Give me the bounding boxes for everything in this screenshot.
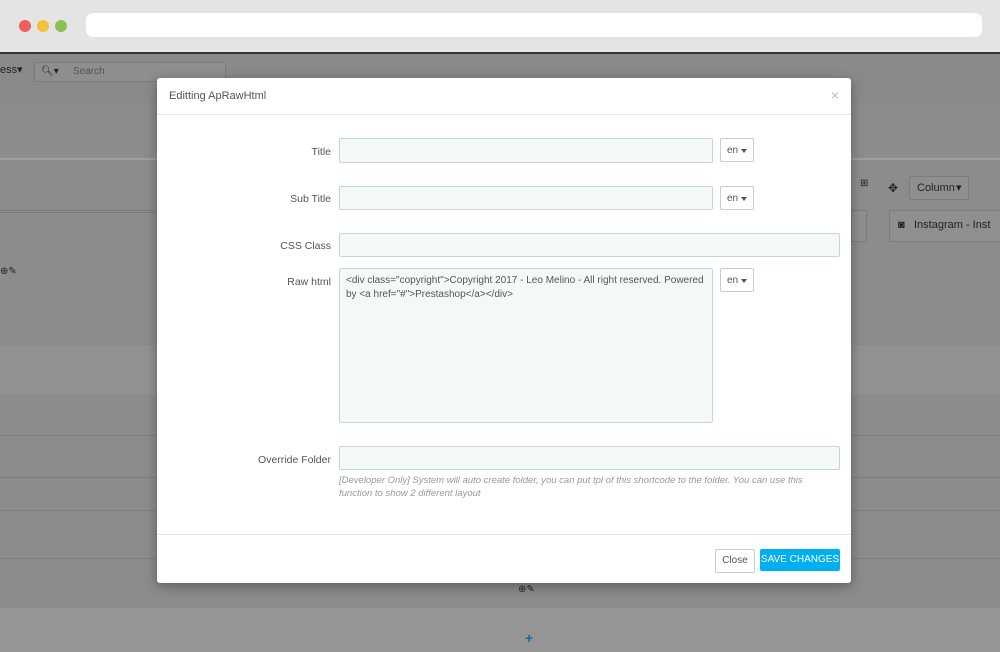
- add-widget-icon[interactable]: ⊕✎: [0, 266, 17, 277]
- divider: [0, 210, 160, 213]
- instagram-label: Instagram - Inst: [914, 219, 991, 231]
- instagram-widget[interactable]: ◙ Instagram - Inst: [889, 210, 1000, 242]
- browser-chrome: [0, 0, 1000, 52]
- title-language-select[interactable]: en: [720, 138, 754, 162]
- override-folder-help: [Developer Only] System will auto create…: [339, 475, 803, 499]
- search-icon: 🔍︎▾: [41, 66, 59, 77]
- instagram-icon: ◙: [898, 219, 905, 231]
- chevron-down-icon: [741, 149, 747, 153]
- add-row-icon[interactable]: +: [525, 630, 533, 646]
- chevron-down-icon: [741, 279, 747, 283]
- modal-header: Editting ApRawHtml ×: [157, 78, 851, 115]
- address-bar[interactable]: [86, 13, 982, 37]
- background-panel: [851, 210, 867, 242]
- add-widget-icon[interactable]: ⊕✎: [518, 584, 535, 595]
- title-input[interactable]: [339, 138, 713, 163]
- css-class-label: CSS Class: [280, 240, 331, 252]
- raw-html-textarea[interactable]: <div class="copyright">Copyright 2017 - …: [339, 268, 713, 423]
- css-class-input[interactable]: [339, 233, 840, 257]
- raw-html-language-select[interactable]: en: [720, 268, 754, 292]
- background-row: [0, 608, 1000, 652]
- add-column-icon[interactable]: ⊞: [860, 178, 868, 189]
- window-close-dot[interactable]: [19, 20, 31, 32]
- move-icon[interactable]: ✥: [888, 181, 898, 195]
- subtitle-language-select[interactable]: en: [720, 186, 754, 210]
- subtitle-language-value: en: [727, 193, 739, 204]
- window-minimize-dot[interactable]: [37, 20, 49, 32]
- column-caret-icon: ▾: [956, 182, 962, 194]
- title-label: Title: [311, 146, 331, 158]
- raw-html-label: Raw html: [287, 276, 331, 288]
- title-language-value: en: [727, 145, 739, 156]
- raw-html-language-value: en: [727, 275, 739, 286]
- window-maximize-dot[interactable]: [55, 20, 67, 32]
- edit-module-dialog: Editting ApRawHtml × Title en Sub Title …: [157, 78, 851, 583]
- column-button-label: Column: [917, 182, 955, 194]
- close-icon[interactable]: ×: [831, 87, 839, 103]
- chevron-down-icon: [741, 197, 747, 201]
- modal-title: Editting ApRawHtml: [169, 90, 267, 102]
- column-button[interactable]: Column ▾: [909, 176, 969, 200]
- menu-dropdown[interactable]: ess: [0, 64, 17, 76]
- subtitle-label: Sub Title: [290, 193, 331, 205]
- override-folder-label: Override Folder: [258, 454, 331, 466]
- subtitle-input[interactable]: [339, 186, 713, 210]
- search-placeholder: Search: [73, 66, 105, 77]
- override-folder-input[interactable]: [339, 446, 840, 470]
- save-changes-button[interactable]: SAVE CHANGES: [760, 549, 840, 571]
- modal-footer: Close SAVE CHANGES: [157, 534, 851, 584]
- menu-caret-icon: ▾: [17, 64, 23, 76]
- close-button[interactable]: Close: [715, 549, 755, 573]
